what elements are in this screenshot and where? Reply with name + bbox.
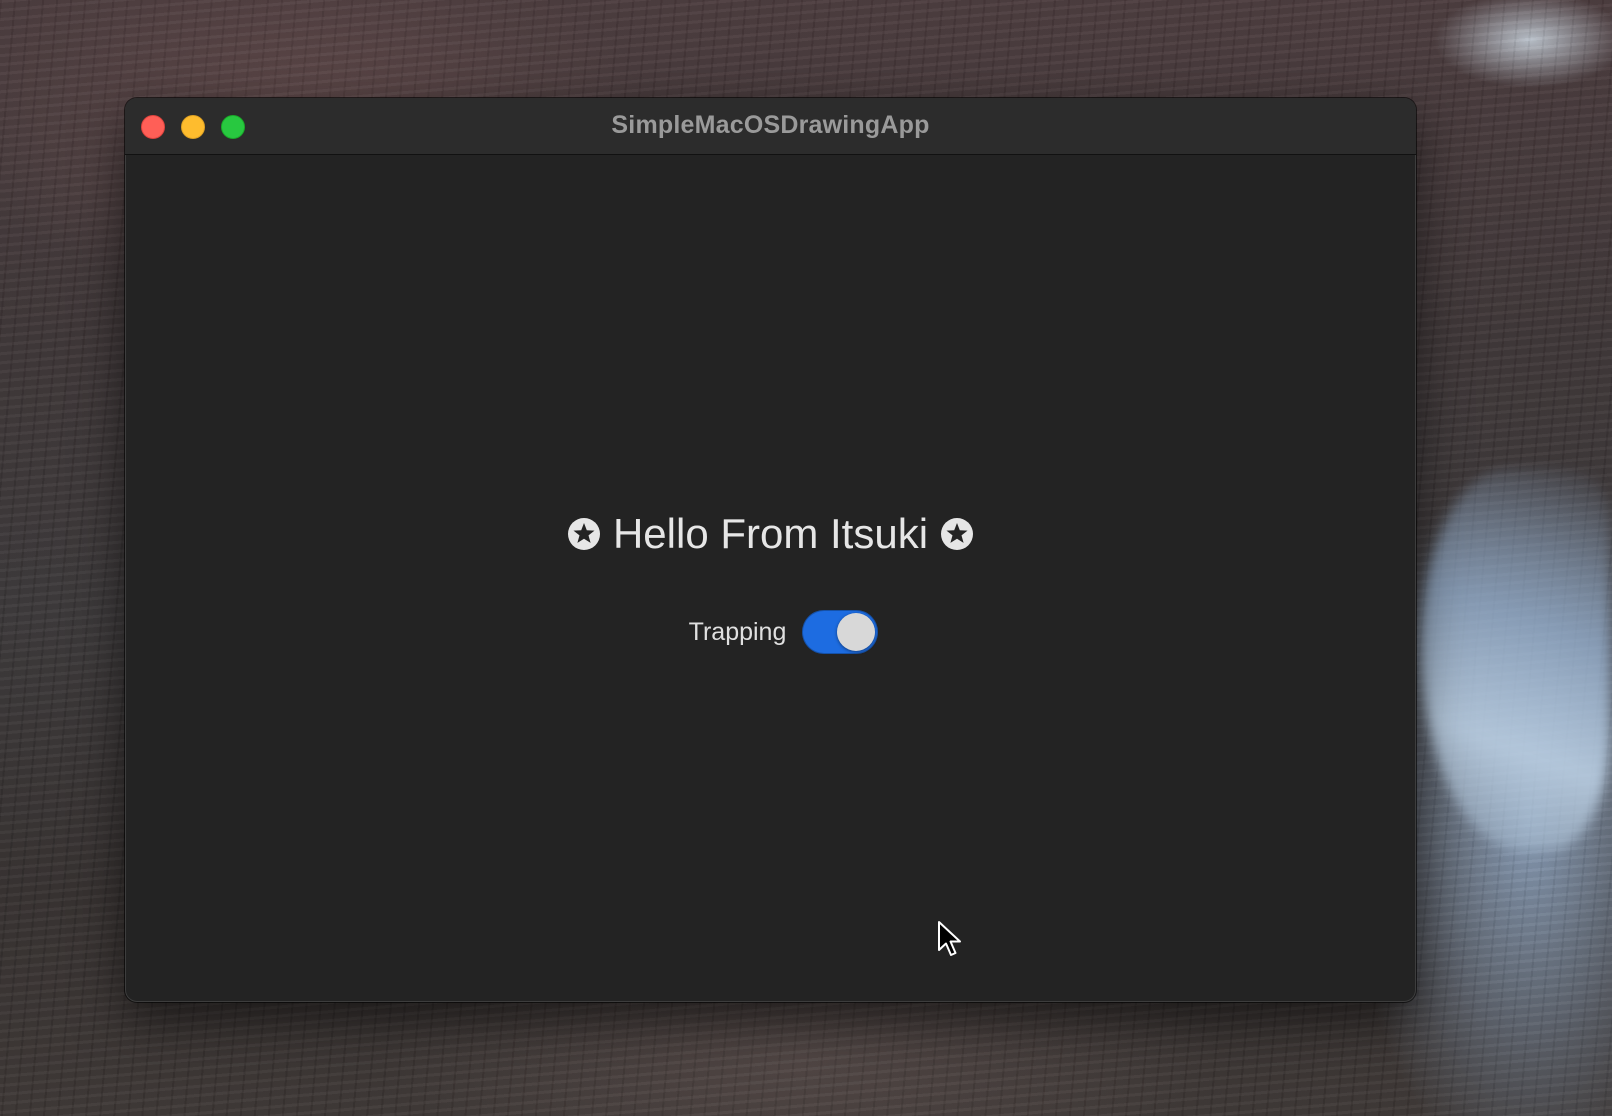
app-window: SimpleMacOSDrawingApp Hello From Itsuki … (125, 98, 1416, 1002)
arrow-pointer-icon (938, 921, 961, 956)
toggle-knob[interactable] (837, 613, 876, 651)
window-titlebar[interactable]: SimpleMacOSDrawingApp (125, 98, 1416, 155)
wallpaper-river (1420, 470, 1610, 850)
star-circle-icon (941, 518, 974, 550)
desktop-wallpaper: SimpleMacOSDrawingApp Hello From Itsuki … (0, 0, 1612, 1116)
headline-text: Hello From Itsuki (612, 510, 929, 557)
headline: Hello From Itsuki (125, 510, 1416, 558)
trapping-toggle-row: Trapping (125, 610, 1416, 654)
window-content: Hello From Itsuki Trapping (125, 155, 1416, 1002)
window-title: SimpleMacOSDrawingApp (611, 111, 930, 139)
trapping-toggle-switch[interactable] (802, 610, 879, 654)
trapping-toggle-label: Trapping (688, 617, 787, 646)
star-circle-icon (567, 518, 600, 550)
